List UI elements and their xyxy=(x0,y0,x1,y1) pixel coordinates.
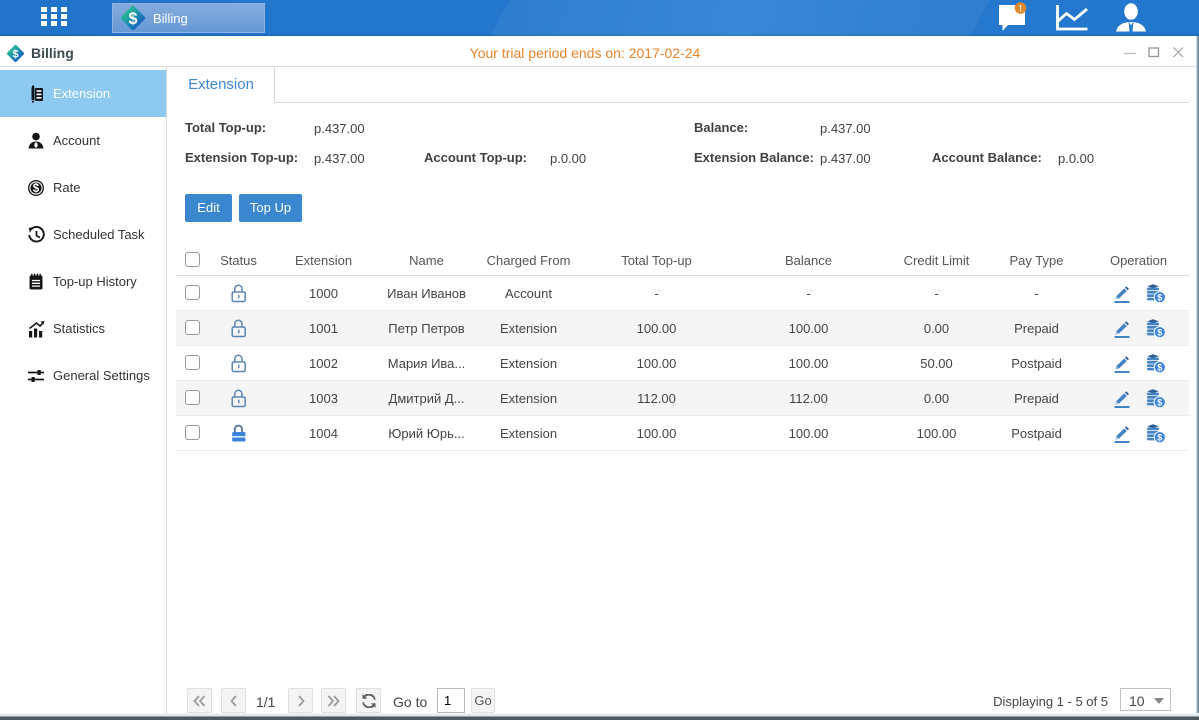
svg-text:$: $ xyxy=(129,10,138,28)
svg-text:!: ! xyxy=(1019,4,1022,15)
svg-text:$: $ xyxy=(33,183,40,195)
